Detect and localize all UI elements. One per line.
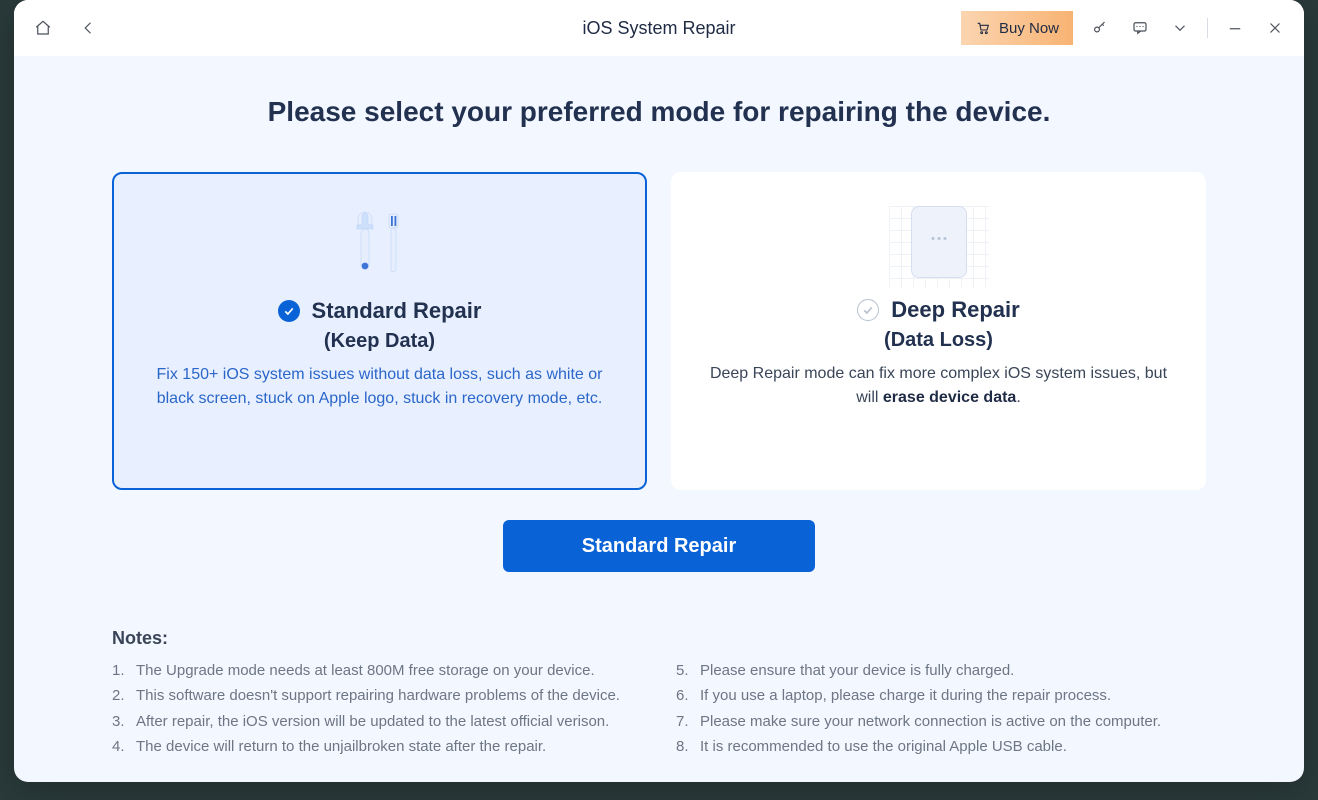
card-deep-title: Deep Repair [891,297,1019,323]
note-text: It is recommended to use the original Ap… [700,735,1067,758]
titlebar: iOS System Repair Buy Now [14,0,1304,56]
card-deep-title-row: Deep Repair [857,297,1019,323]
note-number: 5. [676,659,690,682]
card-standard-title: Standard Repair [312,298,482,324]
minimize-button[interactable] [1222,15,1248,41]
chat-bubble-icon [1131,19,1149,37]
dropdown-button[interactable] [1167,15,1193,41]
note-number: 6. [676,684,690,707]
notes-heading: Notes: [112,628,1206,649]
note-item: 6. If you use a laptop, please charge it … [676,684,1206,707]
close-button[interactable] [1262,15,1288,41]
card-deep-subtitle: (Data Loss) [884,329,993,352]
key-icon [1091,19,1109,37]
page-title: iOS System Repair [582,18,735,39]
app-window: iOS System Repair Buy Now [14,0,1304,782]
note-item: 2. This software doesn't support repairin… [112,684,642,707]
feedback-button[interactable] [1127,15,1153,41]
note-item: 4. The device will return to the unjailbr… [112,735,642,758]
titlebar-divider [1207,18,1208,38]
card-standard-subtitle: (Keep Data) [324,330,435,353]
note-number: 2. [112,684,126,707]
key-button[interactable] [1087,15,1113,41]
note-number: 7. [676,710,690,733]
note-item: 5. Please ensure that your device is full… [676,659,1206,682]
unchecked-badge-icon [857,299,879,321]
notes-column-right: 5. Please ensure that your device is full… [676,659,1206,760]
note-item: 8. It is recommended to use the original … [676,735,1206,758]
notes-column-left: 1. The Upgrade mode needs at least 800M f… [112,659,642,760]
note-number: 3. [112,710,126,733]
primary-action-button[interactable]: Standard Repair [503,520,815,572]
note-text: This software doesn't support repairing … [136,684,620,707]
note-text: After repair, the iOS version will be up… [136,710,609,733]
card-standard-description: Fix 150+ iOS system issues without data … [148,363,611,411]
buy-now-button[interactable]: Buy Now [961,11,1073,45]
home-button[interactable] [30,15,56,41]
tools-illustration [345,202,415,290]
back-button[interactable] [76,15,102,41]
card-deep-repair[interactable]: Deep Repair (Data Loss) Deep Repair mode… [671,172,1206,490]
notes-section: Notes: 1. The Upgrade mode needs at least… [112,628,1206,760]
card-deep-description: Deep Repair mode can fix more complex iO… [706,362,1171,410]
note-text: If you use a laptop, please charge it du… [700,684,1111,707]
note-number: 1. [112,659,126,682]
phone-illustration [889,201,989,289]
titlebar-right: Buy Now [961,11,1288,45]
buy-now-label: Buy Now [999,20,1059,37]
card-deep-desc-bold: erase device data [883,389,1016,406]
card-standard-title-row: Standard Repair [278,298,482,324]
minimize-icon [1226,19,1244,37]
close-icon [1266,19,1284,37]
note-item: 7. Please make sure your network connecti… [676,710,1206,733]
content-area: Please select your preferred mode for re… [14,56,1304,782]
titlebar-left [30,15,102,41]
home-icon [34,19,52,37]
card-standard-repair[interactable]: Standard Repair (Keep Data) Fix 150+ iOS… [112,172,647,490]
mode-cards: Standard Repair (Keep Data) Fix 150+ iOS… [112,172,1206,490]
note-text: The device will return to the unjailbrok… [136,735,546,758]
chevron-down-icon [1171,19,1189,37]
headline: Please select your preferred mode for re… [112,96,1206,128]
note-number: 8. [676,735,690,758]
card-deep-desc-post: . [1016,389,1020,406]
notes-columns: 1. The Upgrade mode needs at least 800M f… [112,659,1206,760]
arrow-left-icon [80,19,98,37]
checkmark-badge-icon [278,300,300,322]
note-item: 3. After repair, the iOS version will be … [112,710,642,733]
cart-icon [975,20,991,36]
note-text: Please ensure that your device is fully … [700,659,1014,682]
note-text: Please make sure your network connection… [700,710,1161,733]
note-text: The Upgrade mode needs at least 800M fre… [136,659,595,682]
note-item: 1. The Upgrade mode needs at least 800M f… [112,659,642,682]
note-number: 4. [112,735,126,758]
